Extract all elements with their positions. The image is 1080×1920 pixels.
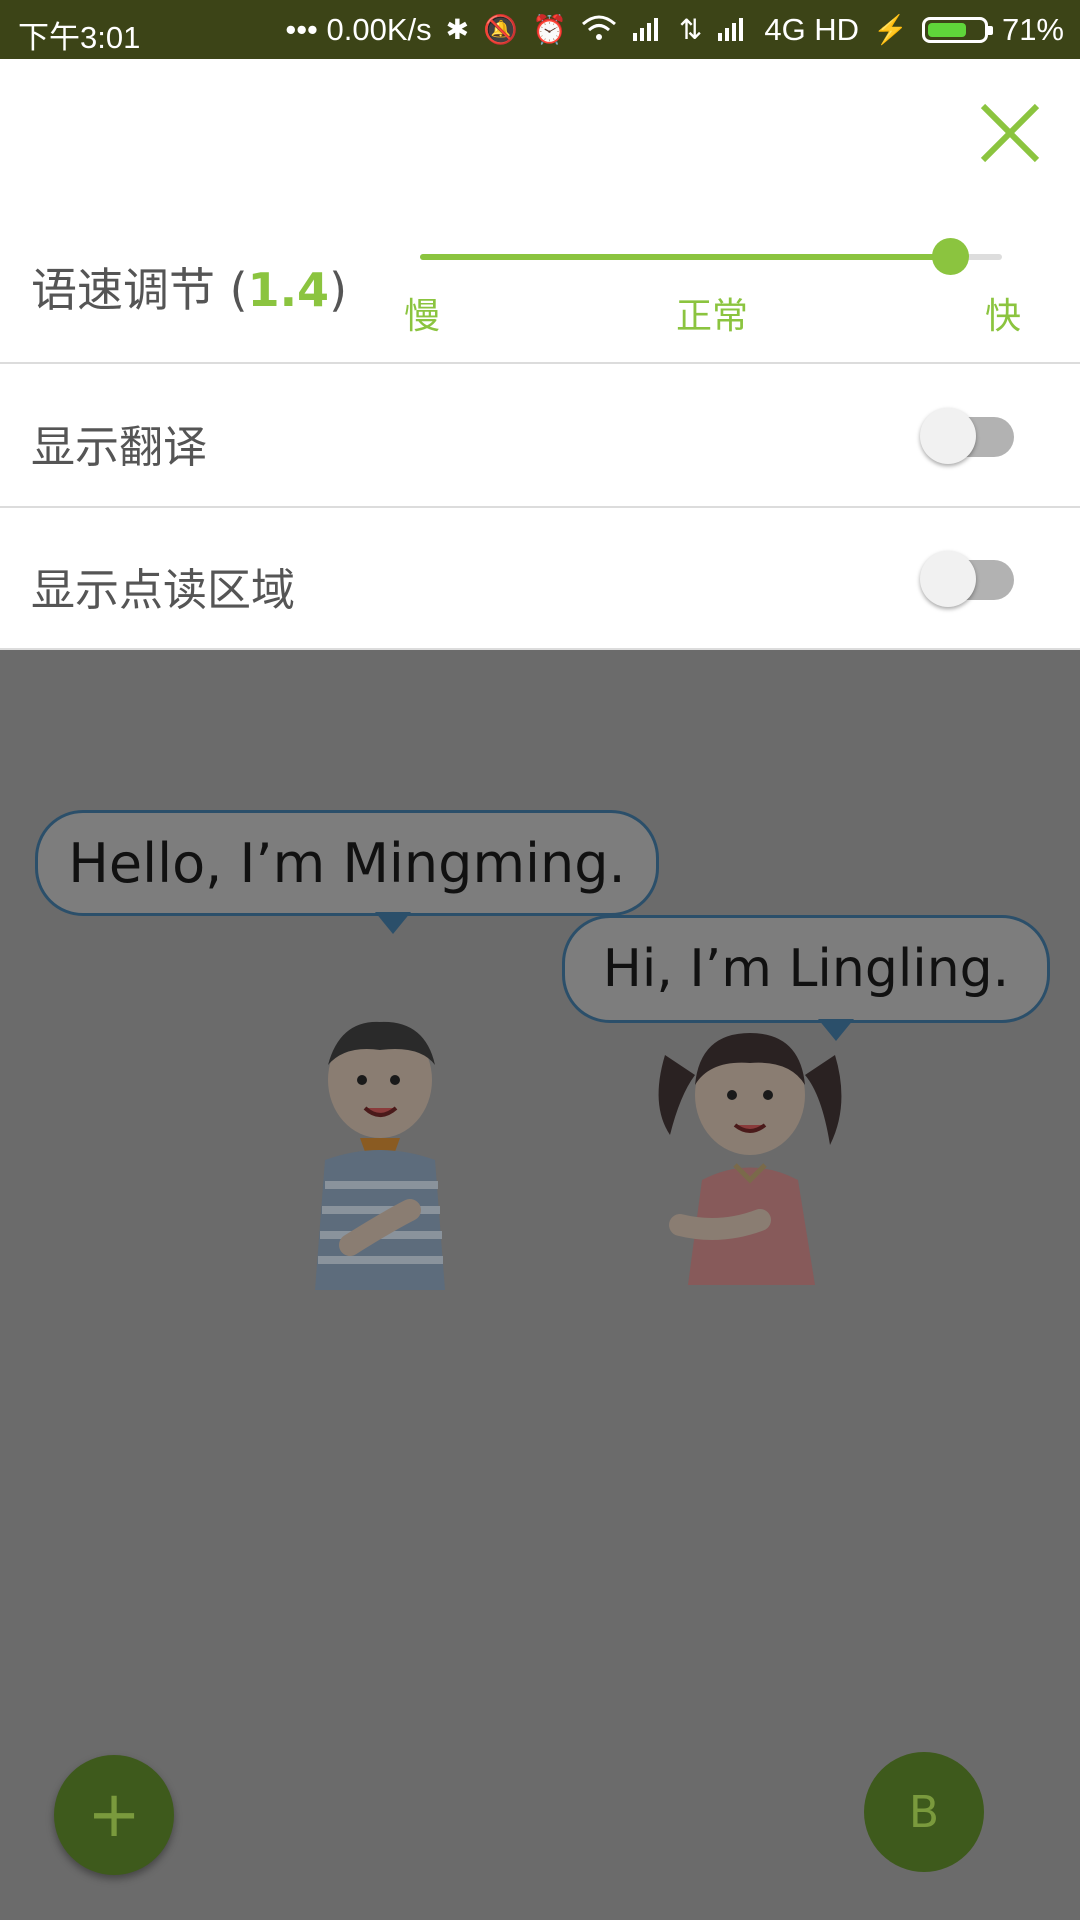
alarm-icon: ⏰ [531, 14, 567, 45]
charging-icon: ⚡ [873, 14, 908, 45]
toggle-knob [920, 551, 976, 607]
network-type: 4G HD [764, 12, 860, 47]
speed-slider-thumb[interactable] [931, 238, 969, 275]
textbook-page: Hello, I’m Mingming. Hi, I’m Lingling. +… [0, 650, 1080, 1920]
battery-icon [921, 17, 993, 43]
battery-fill [927, 23, 967, 37]
mute-icon: 🔕 [483, 14, 518, 45]
status-bar: 下午3:01 ••• 0.00K/s ✱ 🔕 ⏰ ⇅ 4G HD ⚡ 71% [0, 0, 1080, 59]
show-reading-area-toggle[interactable] [920, 544, 1014, 607]
speech-bubble-girl[interactable]: Hi, I’m Lingling. [562, 915, 1050, 1023]
data-transfer-icon: ⇅ [678, 14, 703, 45]
divider [0, 362, 1080, 364]
show-reading-area-label: 显示点读区域 [31, 565, 295, 616]
close-icon [980, 103, 1040, 163]
divider [0, 506, 1080, 508]
speed-close-paren: ) [329, 263, 348, 317]
speed-slider[interactable] [420, 238, 1002, 275]
toggle-knob [920, 408, 976, 464]
speech-bubble-tail [375, 912, 411, 934]
wifi-icon [581, 14, 617, 47]
show-translation-label: 显示翻译 [31, 422, 207, 473]
speech-bubble-girl-text: Hi, I’m Lingling. [602, 939, 1010, 999]
battery-percent: 71% [1001, 12, 1064, 47]
network-speed: ••• 0.00K/s [285, 12, 432, 47]
signal-icon-2 [716, 15, 750, 46]
b-button[interactable]: B [864, 1752, 984, 1872]
add-button[interactable]: + [54, 1755, 174, 1875]
speed-label: 语速调节 (1.4) [31, 254, 347, 320]
speed-open-paren: ( [215, 263, 248, 317]
speech-bubble-boy-text: Hello, I’m Mingming. [68, 831, 626, 895]
speed-slider-fill [420, 254, 950, 260]
status-time: 下午3:01 [18, 20, 141, 55]
b-button-label: B [908, 1786, 940, 1838]
speech-bubble-boy[interactable]: Hello, I’m Mingming. [35, 810, 659, 916]
status-icons: ••• 0.00K/s ✱ 🔕 ⏰ ⇅ 4G HD ⚡ 71% [285, 12, 1064, 48]
speed-value: 1.4 [247, 263, 330, 317]
boy-illustration [315, 1021, 445, 1290]
settings-panel: 语速调节 (1.4) 慢 正常 快 显示翻译 显示点读区域 [0, 59, 1080, 650]
girl-illustration [658, 1033, 842, 1285]
close-button[interactable] [975, 98, 1045, 168]
speed-label-text: 语速调节 [31, 263, 215, 317]
show-translation-toggle[interactable] [920, 401, 1014, 464]
add-icon: + [87, 1778, 141, 1852]
tick-slow: 慢 [404, 296, 441, 337]
tick-fast: 快 [985, 296, 1022, 337]
bluetooth-icon: ✱ [445, 14, 470, 45]
signal-icon [631, 15, 665, 46]
tick-normal: 正常 [676, 296, 749, 337]
